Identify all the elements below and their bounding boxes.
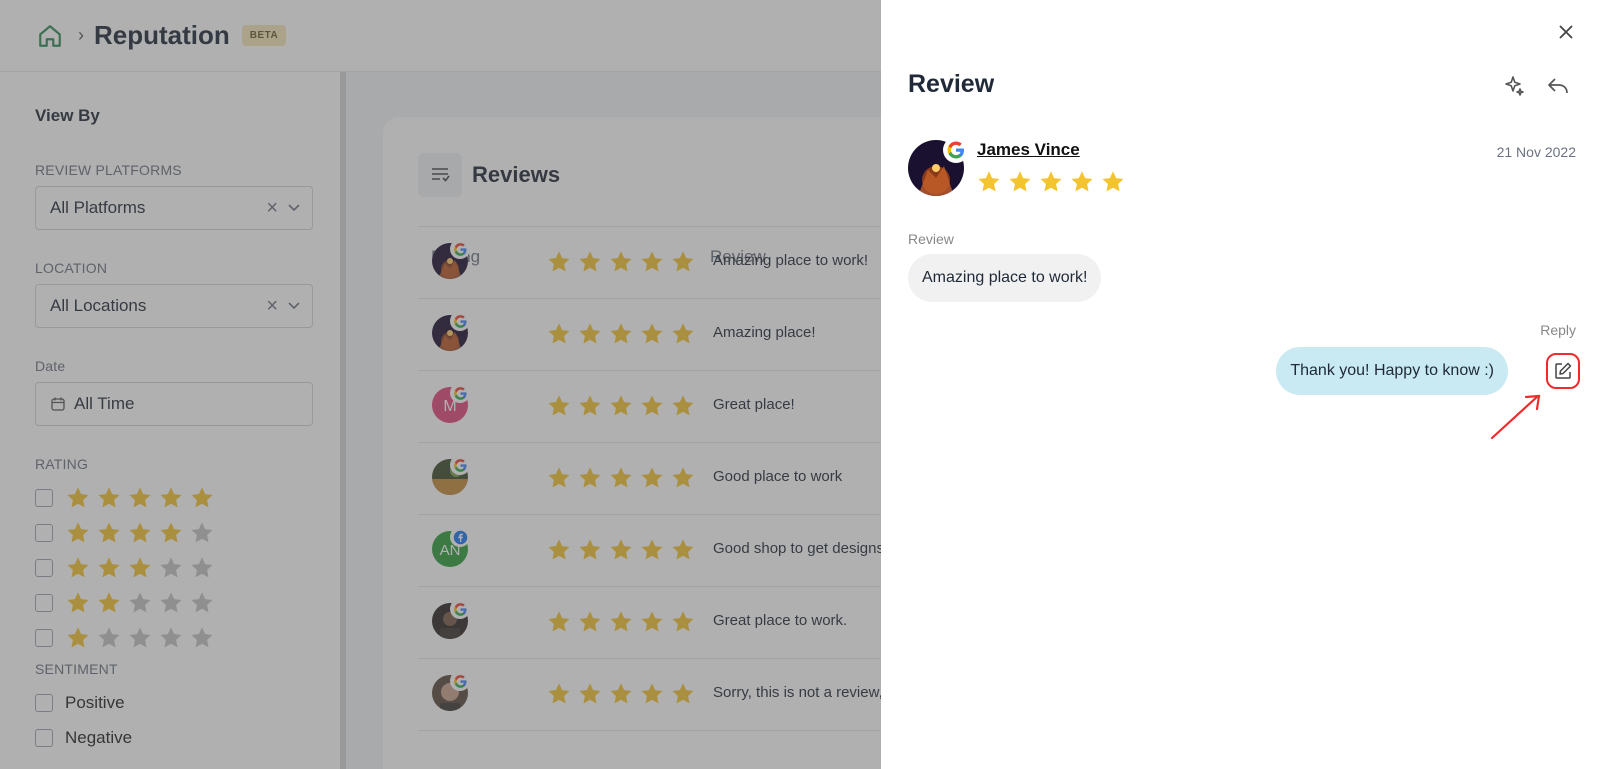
- review-detail-drawer: Review James Vince 21 Nov 2022 Review Am…: [881, 0, 1600, 769]
- edit-reply-button[interactable]: [1546, 353, 1580, 389]
- review-text-bubble: Amazing place to work!: [908, 254, 1102, 302]
- star-icon: [1009, 171, 1031, 192]
- reply-text-bubble: Thank you! Happy to know :): [1276, 347, 1508, 395]
- drawer-title: Review: [908, 70, 995, 98]
- reviewer-name-link[interactable]: James Vince: [977, 140, 1080, 160]
- star-icon: [978, 171, 1000, 192]
- reply-icon[interactable]: [1546, 74, 1570, 98]
- review-star-rating: [976, 169, 1126, 195]
- annotation-arrow-icon: [1490, 394, 1541, 440]
- modal-backdrop[interactable]: [0, 0, 881, 769]
- google-icon: [943, 137, 969, 163]
- review-section-label: Review: [908, 231, 954, 247]
- review-date: 21 Nov 2022: [1496, 144, 1576, 160]
- review-text: Amazing place to work!: [922, 269, 1088, 286]
- star-icon: [1071, 171, 1093, 192]
- sparkle-icon[interactable]: [1502, 74, 1526, 98]
- star-icon: [1040, 171, 1062, 192]
- close-icon[interactable]: [1556, 22, 1576, 42]
- star-icon: [1102, 171, 1124, 192]
- reply-section-label: Reply: [1540, 322, 1576, 338]
- reply-text: Thank you! Happy to know :): [1290, 362, 1494, 379]
- edit-icon: [1555, 362, 1572, 379]
